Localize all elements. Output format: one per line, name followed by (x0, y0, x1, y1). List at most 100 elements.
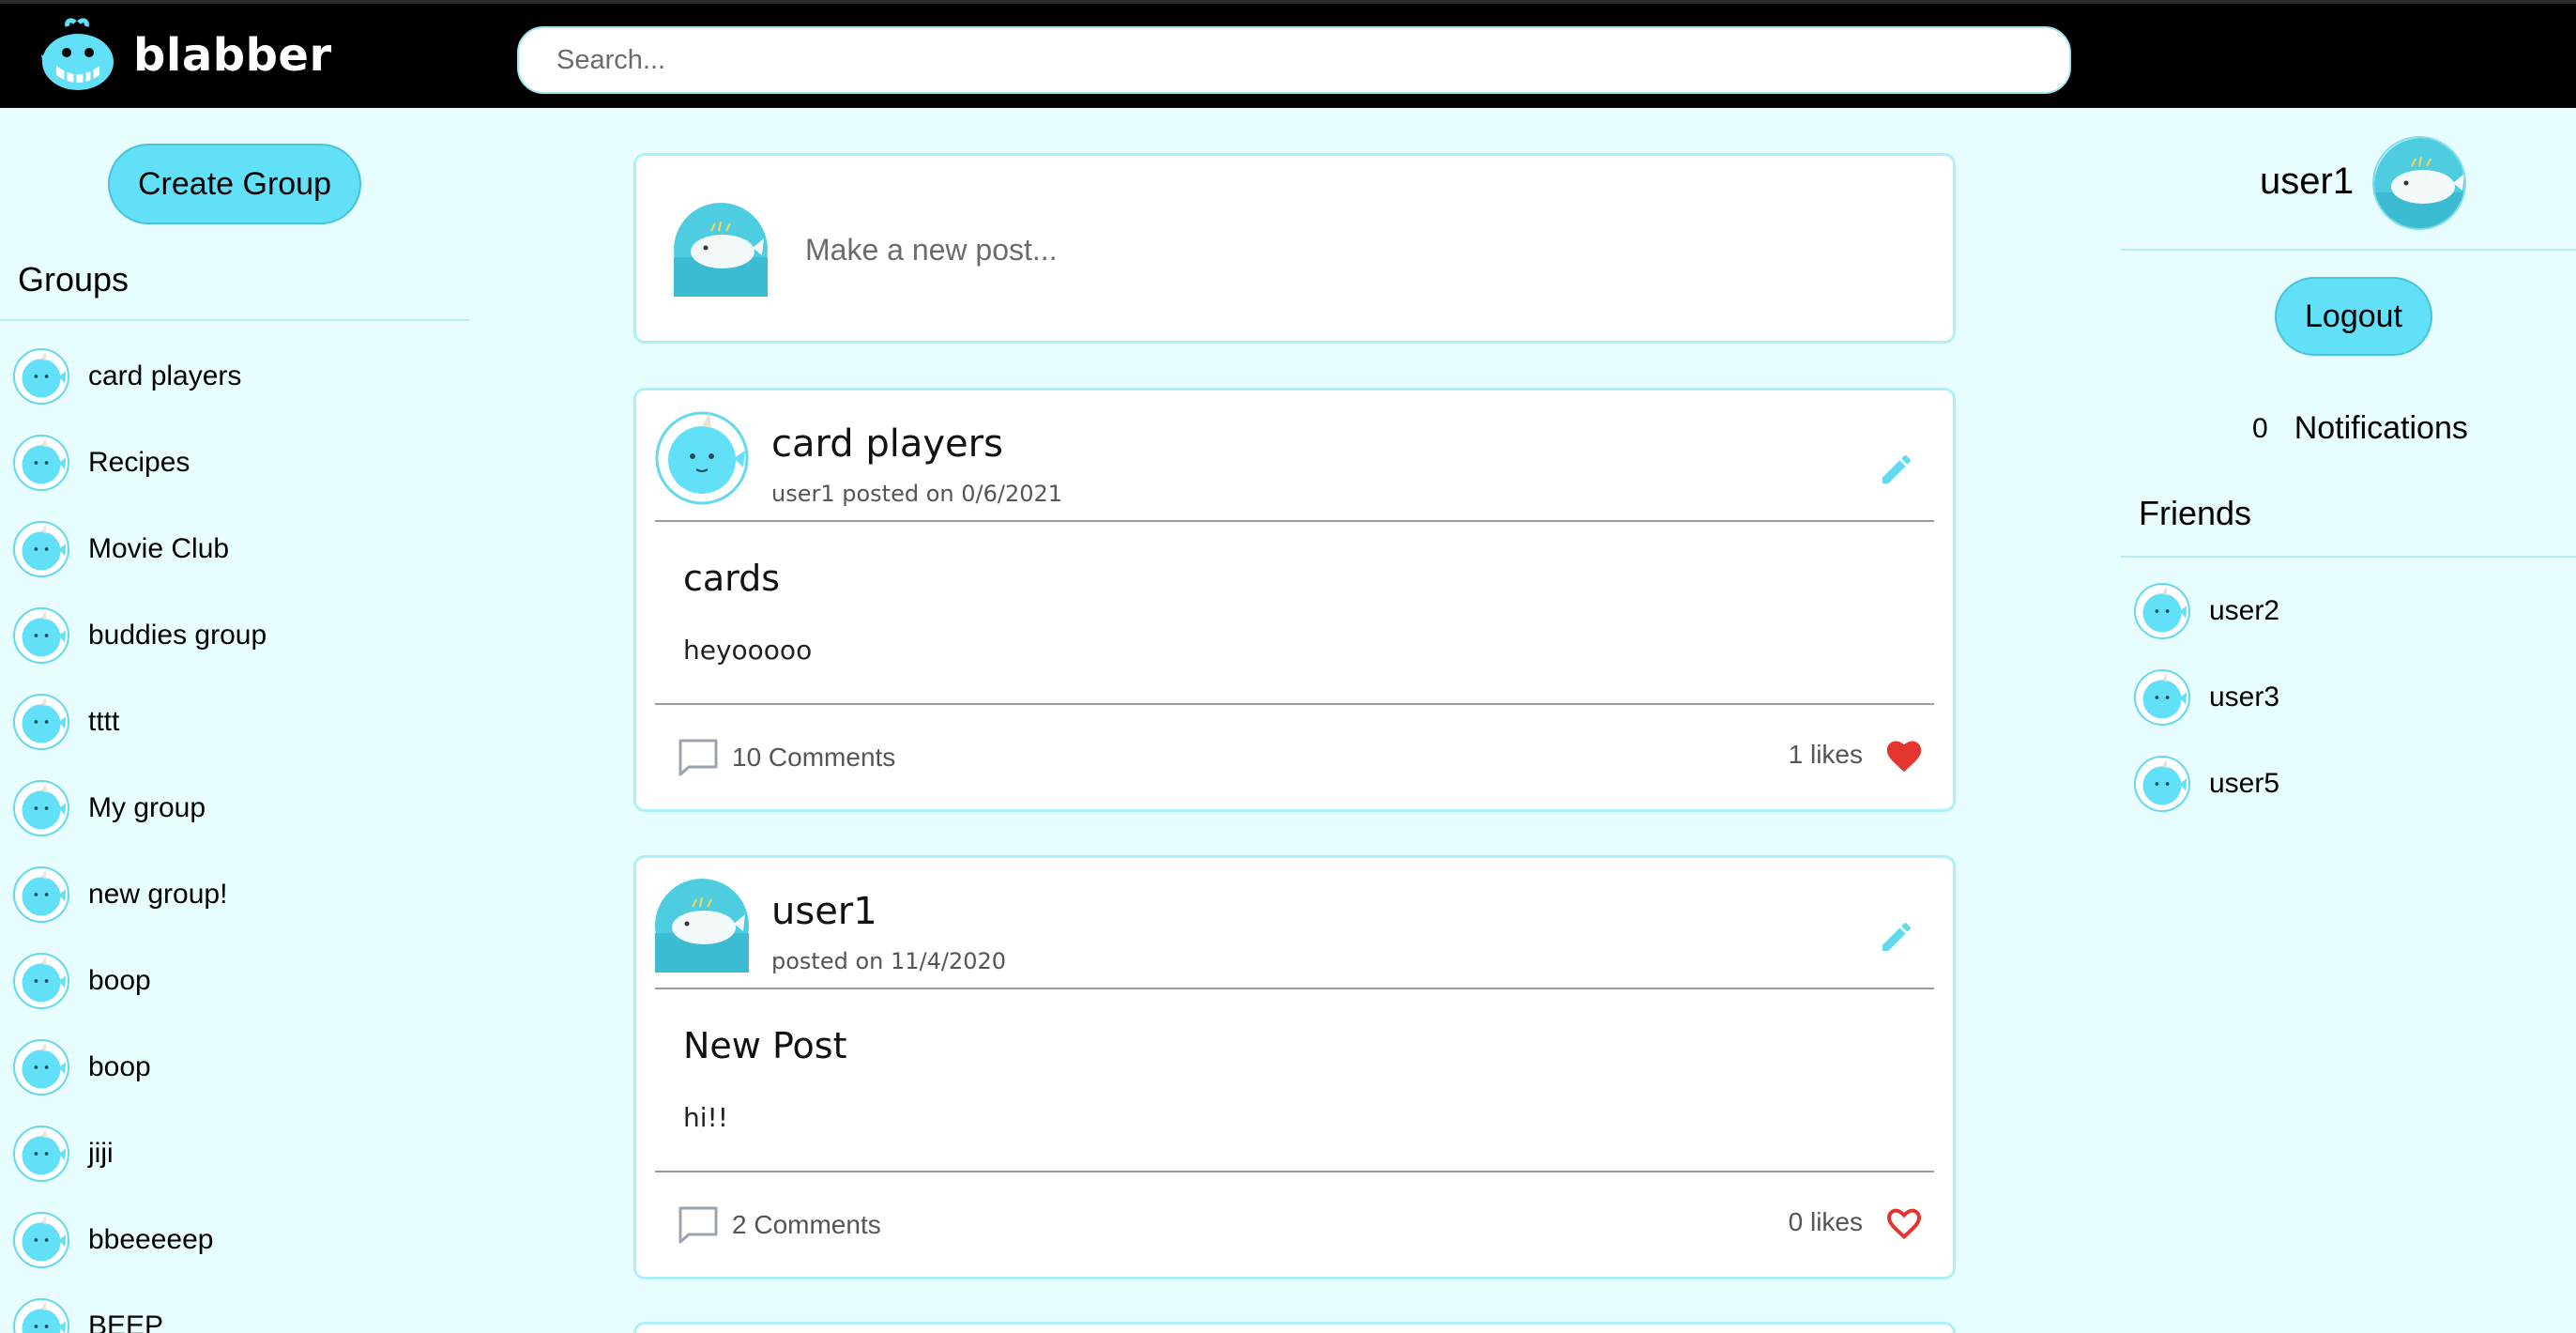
likes-count: 1 likes (1788, 740, 1863, 769)
post-body-title: New Post (683, 1025, 847, 1066)
edit-icon[interactable] (1878, 451, 1915, 493)
post-meta: user1 posted on 0/6/2021 (771, 481, 1063, 507)
logout-button[interactable]: Logout (2275, 277, 2432, 356)
group-label: Recipes (88, 447, 191, 478)
notifications-label: Notifications (2294, 410, 2468, 446)
group-label: BEEP (88, 1310, 164, 1333)
left-sidebar: Create Group Groups card players Recipes M… (0, 108, 469, 1333)
group-label: buddies group (88, 620, 267, 651)
app-name: blabber (133, 29, 332, 82)
group-item[interactable]: new group! (13, 851, 267, 938)
group-label: card players (88, 360, 242, 391)
group-item[interactable]: card players (13, 333, 267, 420)
friend-label: user3 (2209, 682, 2280, 712)
post-card: user1 posted on 11/4/2020 New Post hi!! … (633, 855, 1956, 1279)
group-avatar (13, 607, 69, 664)
group-item[interactable]: tttt (13, 679, 267, 765)
post-header: card players user1 posted on 0/6/2021 (655, 409, 1934, 522)
post-body-title: cards (683, 558, 781, 599)
right-sidebar: user1 Logout 0 Notifications Friends use… (2121, 108, 2576, 1333)
group-item[interactable]: bbeeeeep (13, 1197, 267, 1283)
group-item[interactable]: boop (13, 1024, 267, 1111)
top-bar: blabber (0, 0, 2576, 108)
notifications[interactable]: 0 Notifications (2252, 410, 2468, 447)
group-avatar (655, 411, 749, 510)
group-avatar (13, 1039, 69, 1096)
likes-count: 0 likes (1788, 1207, 1863, 1236)
group-item[interactable]: buddies group (13, 592, 267, 679)
user-avatar (655, 879, 749, 977)
current-user-avatar[interactable] (2372, 136, 2466, 230)
group-avatar (13, 435, 69, 491)
group-label: bbeeeeep (88, 1224, 214, 1255)
comment-icon (678, 1206, 718, 1244)
group-item[interactable]: My group (13, 765, 267, 851)
group-avatar (13, 1298, 69, 1333)
friends-divider (2121, 556, 2576, 558)
group-avatar (13, 521, 69, 577)
profile-divider (2121, 249, 2576, 251)
comment-icon (678, 739, 718, 776)
friend-item[interactable]: user2 (2134, 568, 2279, 654)
post-body-text: heyooooo (683, 635, 813, 666)
notifications-count: 0 (2252, 412, 2268, 444)
friend-item[interactable]: user5 (2134, 741, 2279, 827)
post-footer-divider (655, 703, 1934, 705)
post-title[interactable]: card players (771, 422, 1003, 466)
comments-link[interactable]: 10 Comments (678, 738, 895, 777)
friend-avatar (2134, 756, 2190, 812)
groups-title: Groups (18, 260, 130, 299)
group-item[interactable]: boop (13, 938, 267, 1024)
group-avatar (13, 348, 69, 405)
logo[interactable]: blabber (38, 17, 332, 94)
group-label: My group (88, 792, 206, 823)
friend-label: user5 (2209, 768, 2280, 799)
search-input[interactable] (517, 26, 2071, 94)
group-item[interactable]: jiji (13, 1111, 267, 1197)
group-avatar (13, 1212, 69, 1268)
friends-title: Friends (2139, 494, 2252, 532)
friend-avatar (2134, 669, 2190, 726)
group-label: boop (88, 1051, 151, 1082)
group-label: boop (88, 965, 151, 996)
group-avatar (13, 953, 69, 1009)
likes-area: 0 likes (1789, 1203, 1925, 1241)
post-footer-divider (655, 1171, 1934, 1172)
group-label: jiji (88, 1138, 114, 1169)
post-card (633, 1322, 1956, 1333)
group-item[interactable]: BEEP (13, 1283, 267, 1333)
groups-divider (0, 319, 469, 321)
friend-list: user2 user3 user5 (2134, 568, 2279, 827)
group-avatar (13, 780, 69, 836)
group-list: card players Recipes Movie Club buddies gro… (13, 333, 267, 1333)
create-group-button[interactable]: Create Group (108, 144, 361, 224)
group-item[interactable]: Movie Club (13, 506, 267, 592)
new-post-composer[interactable]: Make a new post... (633, 153, 1956, 344)
likes-area: 1 likes (1789, 736, 1925, 774)
post-header: user1 posted on 11/4/2020 (655, 877, 1934, 989)
group-avatar (13, 866, 69, 923)
heart-outline-icon[interactable] (1883, 1203, 1925, 1241)
comments-link[interactable]: 2 Comments (678, 1205, 881, 1245)
group-item[interactable]: Recipes (13, 420, 267, 506)
comments-count: 2 Comments (732, 1210, 881, 1239)
heart-filled-icon[interactable] (1883, 736, 1925, 774)
current-username[interactable]: user1 (2260, 161, 2354, 203)
post-meta: posted on 11/4/2020 (771, 948, 1007, 974)
composer-placeholder[interactable]: Make a new post... (805, 233, 1058, 268)
post-title[interactable]: user1 (771, 890, 877, 933)
group-label: new group! (88, 879, 228, 910)
group-avatar (13, 694, 69, 750)
comments-count: 10 Comments (732, 743, 896, 772)
post-card: card players user1 posted on 0/6/2021 ca… (633, 388, 1956, 812)
edit-icon[interactable] (1878, 918, 1915, 960)
group-avatar (13, 1126, 69, 1182)
whale-logo-icon (41, 18, 114, 90)
group-label: tttt (88, 706, 120, 737)
composer-avatar (674, 203, 768, 301)
group-label: Movie Club (88, 533, 230, 564)
friend-label: user2 (2209, 595, 2280, 626)
friend-avatar (2134, 583, 2190, 639)
friend-item[interactable]: user3 (2134, 654, 2279, 741)
post-body-text: hi!! (683, 1102, 728, 1133)
